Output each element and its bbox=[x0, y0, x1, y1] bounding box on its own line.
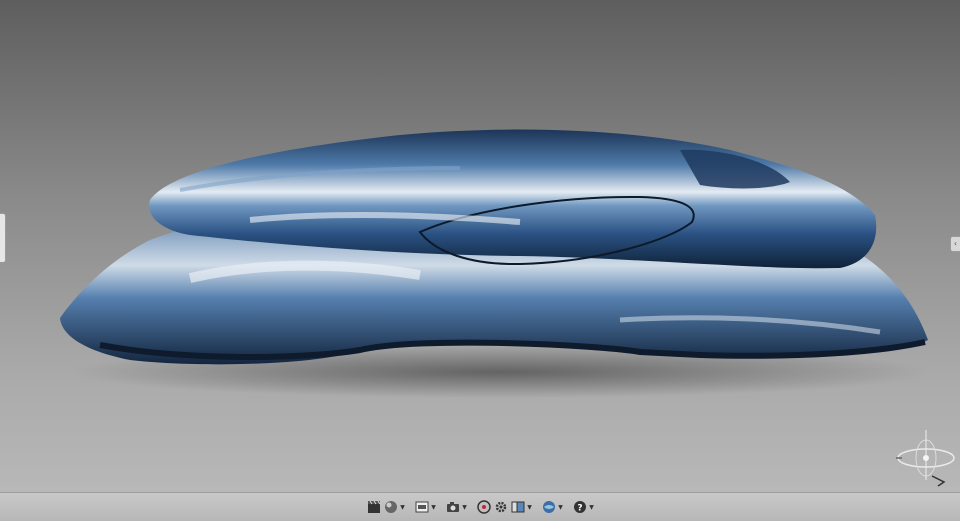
toolbar-group-camera: ▼ bbox=[445, 499, 468, 515]
chevron-down-icon[interactable]: ▼ bbox=[400, 499, 406, 515]
right-panel-tab-glyph: ‹ bbox=[953, 239, 958, 248]
right-panel-tab[interactable]: ‹ bbox=[950, 236, 960, 252]
toolbar-group-navigation: ▼ bbox=[476, 499, 533, 515]
settings-gear-icon[interactable] bbox=[493, 499, 509, 515]
view-cube-icon[interactable] bbox=[888, 420, 956, 488]
toolbar-group-display: ▼ bbox=[414, 499, 437, 515]
3d-viewport[interactable]: ‹ bbox=[0, 0, 960, 492]
toolbar-group-scene: ▼ bbox=[366, 499, 406, 515]
camera-icon[interactable] bbox=[445, 499, 461, 515]
chevron-down-icon[interactable]: ▼ bbox=[558, 499, 564, 515]
orbit-icon[interactable] bbox=[476, 499, 492, 515]
left-panel-tab[interactable] bbox=[0, 213, 6, 263]
render-sphere-icon[interactable] bbox=[383, 499, 399, 515]
bottom-toolbar: ▼ ▼ ▼ ▼ ▼ ? ▼ bbox=[0, 492, 960, 521]
view-layout-icon[interactable] bbox=[510, 499, 526, 515]
toolbar-group-environment: ▼ bbox=[541, 499, 564, 515]
chevron-down-icon[interactable]: ▼ bbox=[431, 499, 437, 515]
chevron-down-icon[interactable]: ▼ bbox=[527, 499, 533, 515]
clapperboard-icon[interactable] bbox=[366, 499, 382, 515]
car-model[interactable] bbox=[0, 0, 960, 492]
svg-text:?: ? bbox=[577, 504, 582, 514]
help-icon[interactable]: ? bbox=[572, 499, 588, 515]
chevron-down-icon[interactable]: ▼ bbox=[589, 499, 595, 515]
chevron-down-icon[interactable]: ▼ bbox=[462, 499, 468, 515]
toolbar-group-help: ? ▼ bbox=[572, 499, 595, 515]
environment-icon[interactable] bbox=[541, 499, 557, 515]
display-mode-icon[interactable] bbox=[414, 499, 430, 515]
